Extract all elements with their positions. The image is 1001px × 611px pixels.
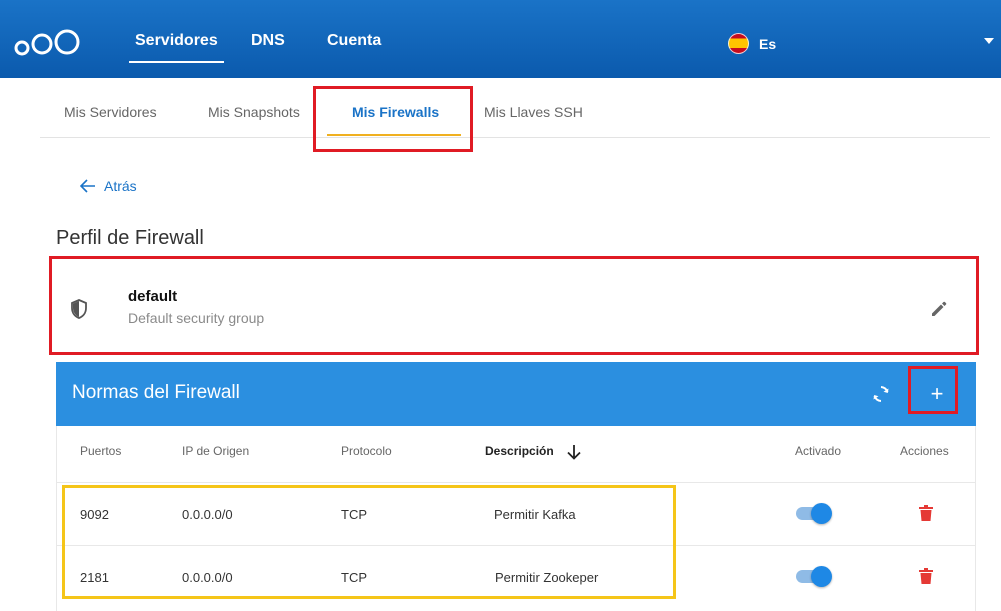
highlight-box-rule-rows: [62, 485, 676, 599]
chevron-down-icon[interactable]: [984, 38, 994, 44]
column-header-actions: Acciones: [900, 444, 949, 458]
toggle-knob: [811, 566, 832, 587]
language-label: Es: [759, 35, 777, 52]
column-header-source-ip[interactable]: IP de Origen: [182, 444, 249, 458]
column-header-ports[interactable]: Puertos: [80, 444, 121, 458]
sort-arrow-down-icon[interactable]: [565, 443, 583, 461]
delete-icon[interactable]: [919, 505, 933, 521]
highlight-box-add-button: [908, 366, 958, 414]
column-header-description[interactable]: Descripción: [485, 444, 554, 458]
arrow-left-icon: [80, 179, 95, 193]
rules-title: Normas del Firewall: [72, 382, 240, 403]
spain-flag-icon: [728, 33, 749, 54]
enabled-toggle[interactable]: [796, 565, 832, 587]
language-selector[interactable]: Es: [728, 33, 776, 54]
tab-mis-snapshots[interactable]: Mis Snapshots: [208, 104, 300, 120]
nav-dns[interactable]: DNS: [251, 32, 285, 50]
page-title: Perfil de Firewall: [56, 227, 204, 249]
nav-cuenta[interactable]: Cuenta: [327, 32, 381, 50]
column-header-protocol[interactable]: Protocolo: [341, 444, 392, 458]
back-link[interactable]: Atrás: [80, 178, 137, 194]
subtabs-bar: Mis Servidores Mis Snapshots Mis Firewal…: [40, 78, 990, 138]
back-label: Atrás: [104, 178, 137, 194]
tab-mis-servidores[interactable]: Mis Servidores: [64, 104, 157, 120]
nav-servidores[interactable]: Servidores: [129, 32, 224, 63]
highlight-box-firewalls-tab: [313, 86, 473, 152]
column-header-enabled[interactable]: Activado: [795, 444, 841, 458]
rules-header: Normas del Firewall +: [56, 362, 976, 426]
refresh-icon[interactable]: [871, 384, 891, 404]
highlight-box-profile: [49, 256, 979, 355]
tab-mis-llaves-ssh[interactable]: Mis Llaves SSH: [484, 104, 583, 120]
delete-icon[interactable]: [919, 568, 933, 584]
toggle-knob: [811, 503, 832, 524]
enabled-toggle[interactable]: [796, 502, 832, 524]
brand-logo-icon[interactable]: [14, 26, 82, 58]
top-navbar: Servidores DNS Cuenta Es: [0, 0, 1001, 78]
